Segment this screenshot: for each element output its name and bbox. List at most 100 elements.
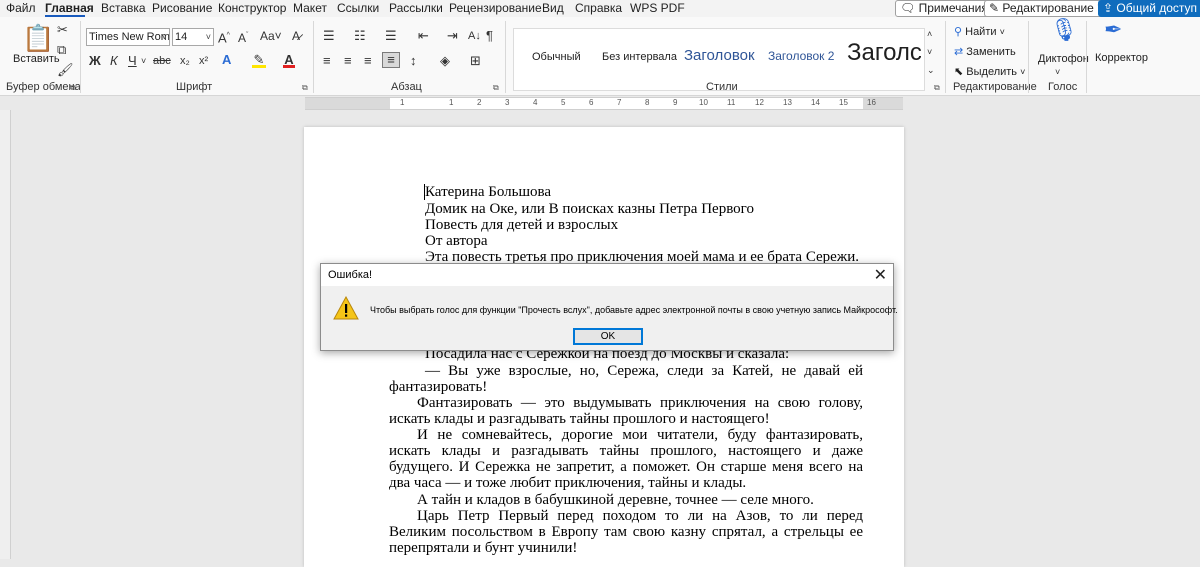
- horizontal-ruler[interactable]: 1 1 2 3 4 5 6 7 8 9 10 11 12 13 14 15 16: [305, 97, 903, 110]
- borders-icon[interactable]: ⊞: [470, 54, 481, 68]
- error-dialog: Ошибка! ✕ Чтобы выбрать голос для функци…: [320, 263, 898, 351]
- clear-formatting-icon[interactable]: A̷: [292, 29, 300, 43]
- style-no-spacing[interactable]: Без интервала: [602, 51, 677, 63]
- line-spacing-icon[interactable]: ↕: [410, 54, 417, 68]
- group-separator: [1028, 21, 1029, 93]
- replace-button[interactable]: ⇄ Заменить: [954, 45, 1016, 58]
- menu-references[interactable]: Ссылки: [337, 1, 379, 15]
- shrink-font-icon[interactable]: Aˇ: [238, 29, 248, 45]
- style-heading-1[interactable]: Заголовок: [684, 47, 755, 64]
- ruler-number: 10: [699, 98, 708, 107]
- group-separator: [80, 21, 81, 93]
- italic-button[interactable]: К: [110, 54, 118, 68]
- decrease-indent-icon[interactable]: ⇤: [418, 29, 429, 43]
- select-button[interactable]: ⬉ Выделить ˅: [954, 65, 1025, 78]
- text-effects-icon[interactable]: A: [222, 53, 231, 67]
- warning-icon: [333, 296, 359, 320]
- copy-icon[interactable]: ⧉: [57, 43, 66, 57]
- ruler-number: 9: [673, 98, 678, 107]
- doc-paragraph: И не сомневайтесь, дорогие мои читатели,…: [389, 427, 863, 491]
- styles-scroll-up-icon[interactable]: ˄: [927, 27, 932, 41]
- align-right-icon[interactable]: ≡: [364, 54, 372, 68]
- grow-font-icon[interactable]: A^: [218, 29, 230, 45]
- ruler-number: 12: [755, 98, 764, 107]
- ruler-number: 5: [561, 98, 566, 107]
- cut-icon[interactable]: ✂: [57, 23, 68, 37]
- dictate-label[interactable]: Диктофон: [1038, 53, 1089, 65]
- underline-dropdown-icon[interactable]: ˅: [141, 54, 146, 68]
- increase-indent-icon[interactable]: ⇥: [447, 29, 458, 43]
- editing-group-label: Редактирование: [953, 81, 1037, 93]
- font-color-icon[interactable]: A: [283, 53, 295, 68]
- chevron-down-icon[interactable]: ˅: [1055, 65, 1060, 79]
- shading-icon[interactable]: ◈: [440, 54, 450, 68]
- ruler-number: 7: [617, 98, 622, 107]
- numbering-icon[interactable]: ☷: [354, 29, 366, 43]
- microphone-icon[interactable]: 🎙: [1050, 19, 1078, 41]
- vertical-ruler[interactable]: [0, 110, 11, 559]
- menu-file[interactable]: Файл: [6, 1, 36, 15]
- paste-label[interactable]: Вставить: [13, 53, 60, 65]
- dialog-message: Чтобы выбрать голос для функции "Прочест…: [370, 305, 898, 315]
- paragraph-group-label: Абзац: [391, 81, 422, 93]
- ruler-number: 13: [783, 98, 792, 107]
- ruler-number: 4: [533, 98, 538, 107]
- align-left-icon[interactable]: ≡: [323, 54, 331, 68]
- menu-review[interactable]: Рецензирование: [449, 1, 542, 15]
- font-name-combo[interactable]: Times New Roman ˅: [86, 28, 170, 46]
- sort-icon[interactable]: A↓: [468, 29, 481, 43]
- align-center-icon[interactable]: ≡: [344, 54, 352, 68]
- styles-scroll-down-icon[interactable]: ˅: [927, 45, 932, 59]
- ok-button[interactable]: OK: [573, 328, 643, 345]
- paste-icon[interactable]: 📋: [22, 25, 54, 51]
- close-icon[interactable]: ✕: [874, 265, 887, 285]
- editor-label[interactable]: Корректор: [1095, 52, 1148, 64]
- find-button[interactable]: ⚲ Найти ˅: [954, 25, 1005, 38]
- change-case-icon[interactable]: Aa˅: [260, 29, 282, 43]
- doc-author-line: Катерина Большова: [425, 184, 552, 200]
- ruler-number: 1: [449, 98, 454, 107]
- multilevel-list-icon[interactable]: ☰: [385, 29, 397, 43]
- menu-design[interactable]: Конструктор: [218, 1, 286, 15]
- justify-icon[interactable]: ≡: [382, 52, 400, 68]
- menu-layout[interactable]: Макет: [293, 1, 327, 15]
- bullets-icon[interactable]: ☰: [323, 29, 335, 43]
- menu-view[interactable]: Вид: [542, 1, 564, 15]
- superscript-button[interactable]: x²: [199, 54, 208, 68]
- chevron-down-icon: ˅: [1020, 67, 1026, 77]
- underline-button[interactable]: Ч: [128, 54, 137, 68]
- style-normal[interactable]: Обычный: [532, 51, 581, 63]
- doc-title-line: Домик на Оке, или В поисках казны Петра …: [425, 201, 754, 217]
- strikethrough-button[interactable]: abc: [153, 54, 171, 68]
- menu-wps-pdf[interactable]: WPS PDF: [630, 1, 685, 15]
- comments-button[interactable]: 🗨 Примечания: [895, 0, 995, 17]
- styles-launcher-icon[interactable]: ⧉: [934, 83, 940, 93]
- paragraph-launcher-icon[interactable]: ⧉: [493, 83, 499, 93]
- menu-mailings[interactable]: Рассылки: [389, 1, 443, 15]
- comments-label: Примечания: [918, 1, 988, 15]
- share-label: Общий доступ: [1116, 1, 1198, 15]
- font-launcher-icon[interactable]: ⧉: [302, 83, 308, 93]
- share-button[interactable]: ⇪ Общий доступ: [1098, 0, 1200, 17]
- font-size-combo[interactable]: 14 ˅: [172, 28, 214, 46]
- menu-draw[interactable]: Рисование: [152, 1, 212, 15]
- bold-button[interactable]: Ж: [89, 54, 101, 68]
- editor-pen-icon[interactable]: ✒: [1104, 19, 1122, 41]
- clipboard-launcher-icon[interactable]: ⧉: [70, 83, 76, 93]
- ruler-number: 1: [400, 98, 405, 107]
- doc-subtitle-line: Повесть для детей и взрослых: [425, 217, 619, 233]
- highlight-icon[interactable]: ✎: [252, 53, 266, 68]
- styles-more-icon[interactable]: ⌄: [927, 63, 935, 77]
- style-heading-2[interactable]: Заголовок 2: [768, 49, 834, 63]
- editing-mode-button[interactable]: ✎ Редактирование ˅: [984, 0, 1112, 17]
- menu-insert[interactable]: Вставка: [101, 1, 146, 15]
- menu-home[interactable]: Главная: [45, 1, 94, 15]
- show-marks-icon[interactable]: ¶: [486, 29, 493, 43]
- format-painter-icon[interactable]: 🖌: [57, 63, 74, 77]
- style-title[interactable]: Заголс: [847, 39, 921, 67]
- subscript-button[interactable]: x₂: [180, 54, 190, 68]
- menu-help[interactable]: Справка: [575, 1, 622, 15]
- chevron-down-icon: ˅: [999, 27, 1005, 37]
- ruler-number: 14: [811, 98, 820, 107]
- doc-paragraph: Царь Петр Первый перед походом то ли на …: [389, 508, 863, 556]
